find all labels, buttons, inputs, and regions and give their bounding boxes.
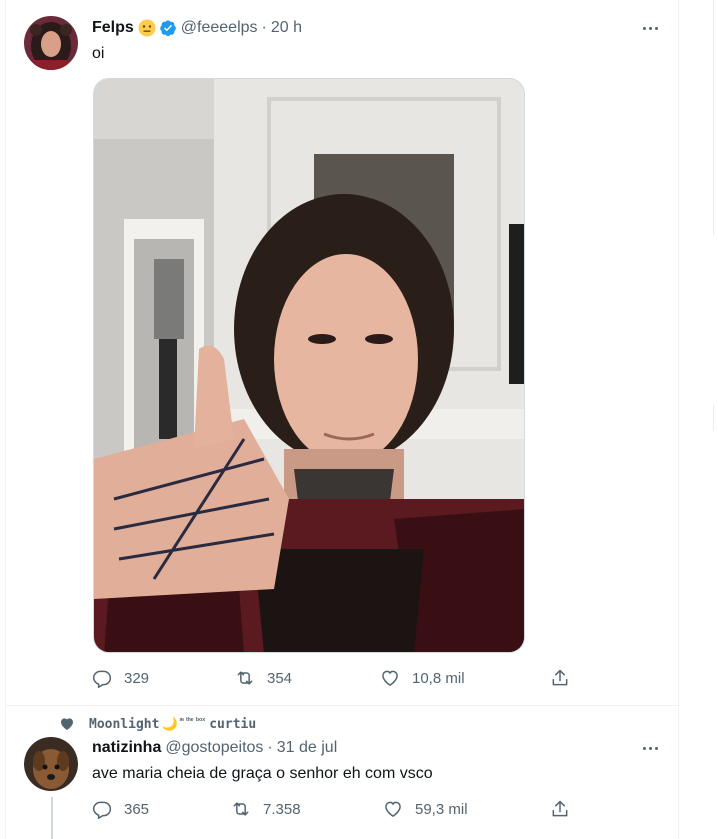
separator-dot: · [261,19,267,36]
tweet-natizinha[interactable]: natizinha @gostopeitos · 31 de jul ave m… [6,706,680,839]
tweet-timestamp[interactable]: 20 h [271,18,302,38]
tweet-felps[interactable]: Felps @feeeelps · 20 h oi 329 354 10,8 m… [6,0,680,706]
reply-count: 329 [124,669,150,687]
author-name[interactable]: natizinha [92,738,161,758]
neutral-face-emoji-icon [138,19,156,37]
avatar[interactable] [24,16,78,70]
tweet-photo[interactable] [93,78,525,653]
heart-icon [382,670,398,686]
retweet-button[interactable]: 7.358 [231,799,301,819]
edge-line [713,405,714,430]
heart-icon [385,801,401,817]
share-button[interactable] [550,668,570,688]
retweet-button[interactable]: 354 [235,668,292,688]
reply-button[interactable]: 329 [92,668,149,688]
reply-button[interactable]: 365 [92,799,149,819]
like-button[interactable]: 59,3 mil [383,799,468,819]
retweet-icon [237,671,253,685]
like-count: 10,8 mil [412,669,465,687]
more-options-icon[interactable] [639,17,661,39]
like-count: 59,3 mil [415,800,468,818]
retweet-icon [233,802,249,816]
verified-badge-icon [159,19,177,37]
separator-dot: · [267,739,273,756]
tweet-text: ave maria cheia de graça o senhor eh com… [92,765,433,782]
like-button[interactable]: 10,8 mil [380,668,465,688]
avatar[interactable] [24,737,78,791]
right-edge-strip [680,0,717,839]
share-icon [552,800,568,817]
author-name[interactable]: Felps [92,18,134,38]
more-options-icon[interactable] [639,737,661,759]
edge-line [713,0,714,235]
tweet-text: oi [92,45,105,62]
tweet-header: Felps @feeeelps · 20 h [92,18,302,38]
author-handle[interactable]: @feeeelps [181,18,258,38]
retweet-count: 7.358 [263,800,301,818]
retweet-count: 354 [267,669,293,687]
share-icon [552,669,568,686]
thread-connector-line [51,797,53,839]
reply-icon [92,801,112,819]
author-handle[interactable]: @gostopeitos [165,738,263,758]
share-button[interactable] [550,799,570,819]
tweet-header: natizinha @gostopeitos · 31 de jul [92,738,337,758]
timeline-column: Felps @feeeelps · 20 h oi 329 354 10,8 m… [5,0,680,839]
tweet-timestamp[interactable]: 31 de jul [277,738,338,758]
reply-icon [92,670,112,688]
reply-count: 365 [124,800,150,818]
